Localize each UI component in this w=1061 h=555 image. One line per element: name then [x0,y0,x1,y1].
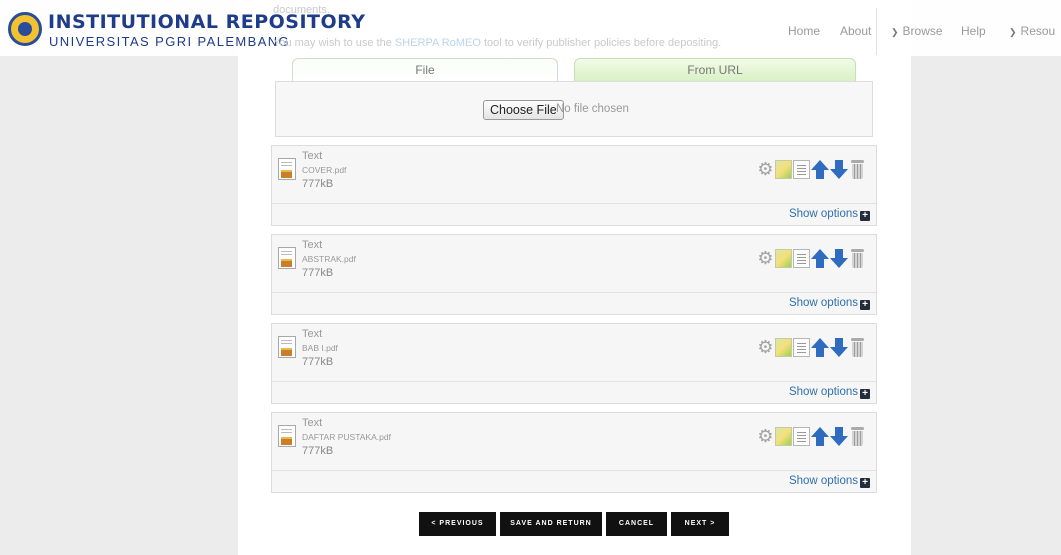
gear-icon[interactable]: ⚙ [757,337,774,357]
nav-resources[interactable]: ❯ Resou [1009,24,1055,38]
nav-home[interactable]: Home [788,24,820,38]
university-logo-icon[interactable] [8,12,42,46]
file-upload-panel: Choose File No file chosen [275,81,873,137]
gear-icon[interactable]: ⚙ [757,159,774,179]
plus-icon: + [860,300,870,310]
chevron-down-icon: ❯ [891,27,899,37]
document-size: 777kB [302,267,334,279]
document-item: Text DAFTAR PUSTAKA.pdf 777kB ⚙ Show opt… [271,412,877,493]
convert-icon[interactable] [775,337,792,357]
choose-file-button[interactable]: Choose File [483,100,564,120]
document-actions: ⚙ [756,247,864,269]
document-item: Text COVER.pdf 777kB ⚙ Show options + [271,145,877,226]
sherpa-romeo-link[interactable]: SHERPA RoMEO [395,37,481,49]
move-up-icon[interactable] [811,337,829,357]
document-type: Text [302,417,323,429]
plus-icon: + [860,211,870,221]
move-down-icon[interactable] [830,426,848,446]
document-size: 777kB [302,178,334,190]
show-options-link[interactable]: Show options + [789,475,870,488]
pdf-file-icon [278,158,296,180]
move-up-icon[interactable] [811,159,829,179]
cancel-button[interactable]: CANCEL [606,512,667,536]
show-options-link[interactable]: Show options + [789,297,870,310]
intro-line-1: documents. [273,4,330,16]
document-actions: ⚙ [756,158,864,180]
preview-icon[interactable] [793,337,810,357]
pdf-file-icon [278,247,296,269]
move-down-icon[interactable] [830,248,848,268]
document-size: 777kB [302,445,334,457]
show-options-link[interactable]: Show options + [789,208,870,221]
pdf-file-icon [278,336,296,358]
pdf-file-icon [278,425,296,447]
show-options-link[interactable]: Show options + [789,386,870,399]
upload-tabs: File From URL [292,58,857,82]
tab-from-url[interactable]: From URL [574,58,856,82]
nav-divider [876,8,877,55]
document-filename[interactable]: COVER.pdf [302,165,346,175]
document-actions: ⚙ [756,425,864,447]
nav-help[interactable]: Help [961,24,986,38]
move-up-icon[interactable] [811,426,829,446]
chevron-down-icon: ❯ [1009,27,1017,37]
trash-icon[interactable] [851,426,864,446]
trash-icon[interactable] [851,337,864,357]
document-item: Text ABSTRAK.pdf 777kB ⚙ Show options + [271,234,877,315]
intro-line-2: You may wish to use the SHERPA RoMEO too… [273,37,722,49]
nav-about[interactable]: About [840,24,871,38]
plus-icon: + [860,478,870,488]
document-type: Text [302,239,323,251]
no-file-label: No file chosen [556,103,629,115]
document-filename[interactable]: DAFTAR PUSTAKA.pdf [302,432,391,442]
document-item: Text BAB I.pdf 777kB ⚙ Show options + [271,323,877,404]
document-filename[interactable]: BAB I.pdf [302,343,338,353]
document-size: 777kB [302,356,334,368]
gear-icon[interactable]: ⚙ [757,248,774,268]
save-and-return-button[interactable]: SAVE AND RETURN [500,512,602,536]
previous-button[interactable]: < PREVIOUS [419,512,496,536]
next-button[interactable]: NEXT > [671,512,729,536]
preview-icon[interactable] [793,159,810,179]
nav-browse[interactable]: ❯ Browse [891,24,943,38]
gear-icon[interactable]: ⚙ [757,426,774,446]
document-type: Text [302,328,323,340]
move-down-icon[interactable] [830,337,848,357]
document-actions: ⚙ [756,336,864,358]
preview-icon[interactable] [793,426,810,446]
trash-icon[interactable] [851,159,864,179]
convert-icon[interactable] [775,426,792,446]
convert-icon[interactable] [775,248,792,268]
site-subtitle: UNIVERSITAS PGRI PALEMBANG [49,34,291,49]
convert-icon[interactable] [775,159,792,179]
tab-file[interactable]: File [292,58,558,82]
trash-icon[interactable] [851,248,864,268]
plus-icon: + [860,389,870,399]
move-down-icon[interactable] [830,159,848,179]
move-up-icon[interactable] [811,248,829,268]
document-filename[interactable]: ABSTRAK.pdf [302,254,356,264]
preview-icon[interactable] [793,248,810,268]
document-type: Text [302,150,323,162]
